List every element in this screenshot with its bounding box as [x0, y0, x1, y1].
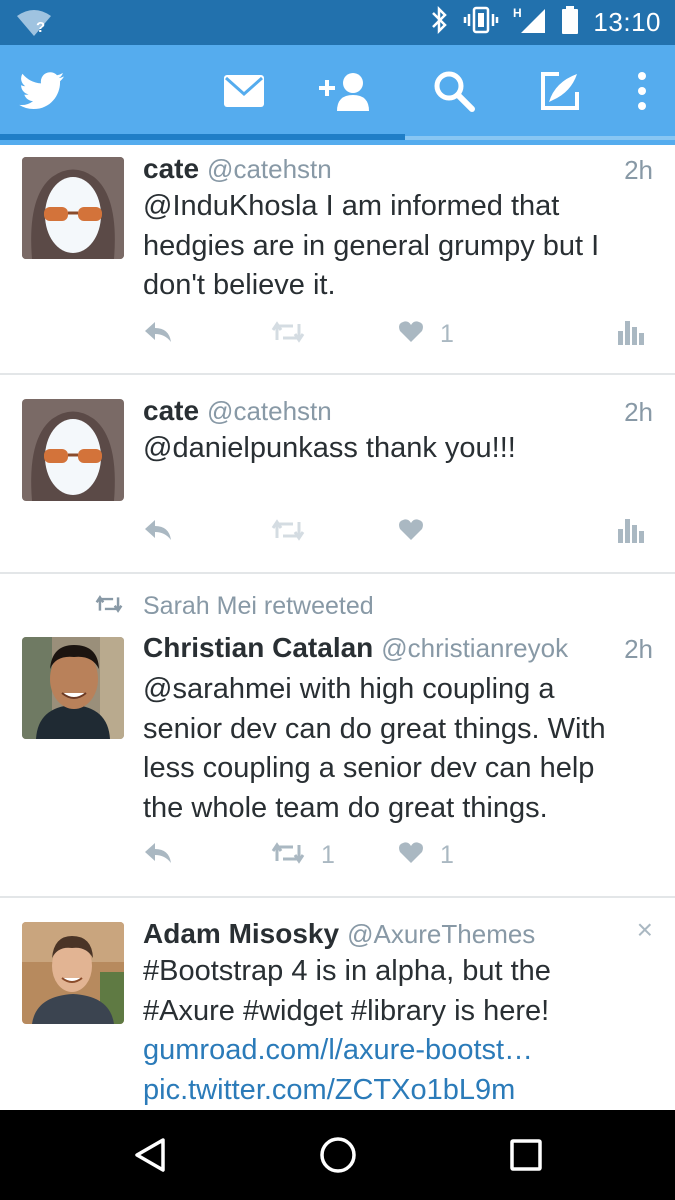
- network-label: H: [513, 6, 522, 20]
- author-name[interactable]: cate: [143, 395, 199, 427]
- author-name[interactable]: Christian Catalan: [143, 632, 373, 664]
- retweet-icon: [271, 518, 305, 547]
- like-count: 1: [440, 840, 454, 869]
- tweet-timestamp: 2h: [624, 155, 653, 185]
- reply-button[interactable]: [143, 515, 173, 549]
- reply-icon: [143, 320, 173, 349]
- recent-apps-icon[interactable]: [506, 1135, 546, 1175]
- tweet[interactable]: cate @catehstn 2h @InduKhosla I am infor…: [0, 145, 675, 375]
- retweet-button[interactable]: [271, 317, 321, 351]
- back-icon[interactable]: [130, 1135, 170, 1175]
- home-icon[interactable]: [318, 1135, 358, 1175]
- analytics-icon: [617, 517, 645, 548]
- wifi-badge: ?: [36, 19, 45, 36]
- tweet-actions: 1 1: [143, 838, 653, 872]
- home-tab-indicator: [0, 134, 405, 140]
- author-name[interactable]: Adam Misosky: [143, 918, 339, 950]
- dismiss-icon[interactable]: ×: [637, 914, 653, 946]
- heart-icon: [398, 320, 424, 349]
- analytics-button[interactable]: [617, 317, 645, 351]
- tweet-media-link[interactable]: pic.twitter.com/ZCTXo1bL9m: [143, 1071, 643, 1111]
- reply-icon: [143, 841, 173, 870]
- retweet-button[interactable]: [271, 515, 321, 549]
- tweet-text: @sarahmei with high coupling a senior de…: [143, 673, 606, 824]
- like-button[interactable]: 1: [398, 838, 454, 872]
- retweet-context-icon: [95, 592, 123, 621]
- tweet-timestamp: 2h: [624, 634, 653, 664]
- like-count: 1: [440, 319, 454, 348]
- battery-icon: [561, 5, 579, 40]
- compose-icon[interactable]: [538, 63, 582, 119]
- tweet-body: #Bootstrap 4 is in alpha, but the #Axure…: [143, 955, 551, 1027]
- navigation-bar: [0, 1110, 675, 1200]
- tweet-text: @InduKhosla I am informed that hedgies a…: [143, 190, 600, 301]
- reply-button[interactable]: [143, 838, 173, 872]
- tweet-text: #Bootstrap 4 is in alpha, but the #Axure…: [143, 952, 643, 1110]
- tweet-actions: [143, 515, 653, 549]
- tweet-actions: 1: [143, 317, 653, 351]
- tweet-text: @danielpunkass thank you!!!: [143, 432, 516, 464]
- retweet-context: Sarah Mei retweeted: [95, 592, 374, 621]
- retweet-count: 1: [321, 840, 335, 869]
- author-handle[interactable]: @catehstn: [207, 154, 332, 185]
- overflow-menu-icon[interactable]: [632, 63, 652, 119]
- timeline: cate @catehstn 2h @InduKhosla I am infor…: [0, 145, 675, 1110]
- bluetooth-icon: [429, 5, 449, 40]
- vibrate-icon: [463, 5, 499, 40]
- reply-button[interactable]: [143, 317, 173, 351]
- clock: 13:10: [593, 7, 661, 37]
- add-user-icon[interactable]: [316, 63, 374, 119]
- retweet-button[interactable]: 1: [271, 838, 335, 872]
- twitter-logo-icon[interactable]: [18, 63, 66, 119]
- tweet-link[interactable]: gumroad.com/l/axure-bootst…: [143, 1031, 643, 1071]
- retweet-icon: [271, 841, 305, 870]
- messages-icon[interactable]: [222, 63, 266, 119]
- author-handle[interactable]: @catehstn: [207, 396, 332, 427]
- tweet[interactable]: Sarah Mei retweeted Christian Catalan @c…: [0, 574, 675, 898]
- retweet-icon: [271, 320, 305, 349]
- wifi-icon: ?: [16, 8, 52, 43]
- like-button[interactable]: 1: [398, 317, 454, 351]
- app-bar: [0, 45, 675, 145]
- author-handle[interactable]: @AxureThemes: [347, 919, 535, 950]
- heart-icon: [398, 841, 424, 870]
- status-bar: ? H 13:10: [0, 0, 675, 45]
- avatar[interactable]: [22, 637, 124, 739]
- reply-icon: [143, 518, 173, 547]
- avatar[interactable]: [22, 157, 124, 259]
- tweet[interactable]: Adam Misosky @AxureThemes × #Bootstrap 4…: [0, 898, 675, 1110]
- like-button[interactable]: [398, 515, 440, 549]
- heart-icon: [398, 518, 424, 547]
- signal-icon: H: [513, 5, 547, 40]
- avatar[interactable]: [22, 922, 124, 1024]
- retweeted-by-label[interactable]: Sarah Mei retweeted: [143, 592, 374, 621]
- author-name[interactable]: cate: [143, 153, 199, 185]
- avatar[interactable]: [22, 399, 124, 501]
- author-handle[interactable]: @christianreyok: [381, 633, 568, 664]
- analytics-button[interactable]: [617, 515, 645, 549]
- tweet-timestamp: 2h: [624, 397, 653, 427]
- search-icon[interactable]: [432, 63, 476, 119]
- tab-track: [405, 136, 675, 140]
- tweet[interactable]: cate @catehstn 2h @danielpunkass thank y…: [0, 375, 675, 574]
- analytics-icon: [617, 319, 645, 350]
